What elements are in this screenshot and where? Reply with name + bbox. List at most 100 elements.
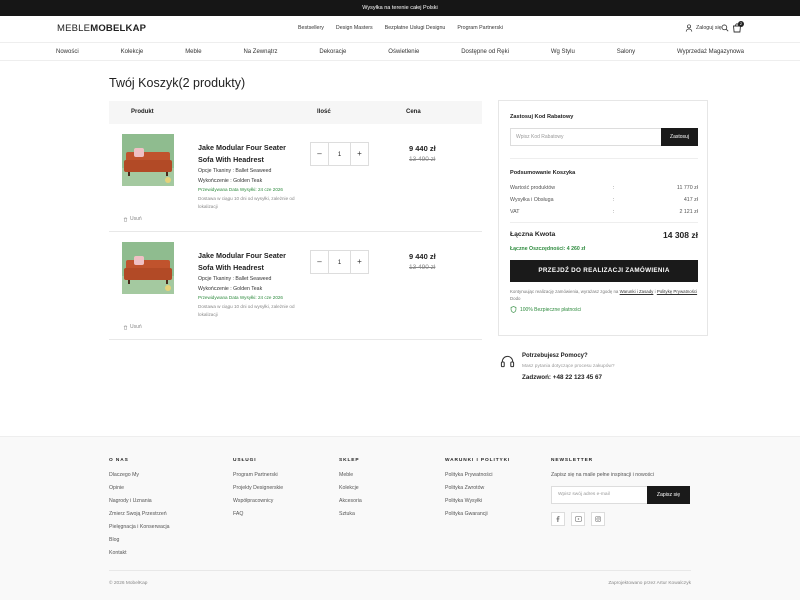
- nav-design-masters[interactable]: Design Masters: [336, 25, 373, 31]
- item-old-price: 13 490 zł: [409, 156, 436, 163]
- category-warehouse-sale[interactable]: Wyprzedaż Magazynowa: [677, 43, 744, 60]
- footer-link[interactable]: Polityka Wysyłki: [445, 498, 510, 504]
- header-quantity: Ilość: [317, 109, 331, 115]
- divider: [510, 222, 698, 223]
- checkout-button[interactable]: PRZEJDŹ DO REALIZACJI ZAMÓWIENIA: [510, 260, 698, 282]
- newsletter-subscribe-button[interactable]: Zapisz się: [647, 486, 690, 504]
- footer-link[interactable]: Opinie: [109, 485, 170, 491]
- footer-link[interactable]: Projekty Designerskie: [233, 485, 283, 491]
- product-finish: Wykończenie : Golden Teak: [198, 178, 263, 184]
- delivery-note: Dostawa w ciągu 10 dni od wysyłki, zależ…: [198, 196, 295, 209]
- shipping-date: Przewidywana Data Wysyłki: 24 cze 2026: [198, 187, 283, 192]
- instagram-icon[interactable]: [591, 512, 605, 526]
- total-value: 14 308 zł: [663, 230, 698, 240]
- footer-link[interactable]: Meble: [339, 472, 362, 478]
- help-phone[interactable]: Zadzwoń: +48 22 123 45 67: [522, 374, 602, 381]
- cart-count-badge: 2: [738, 21, 744, 27]
- terms-link[interactable]: Warunki i Zasady: [620, 289, 654, 294]
- cart-item: Jake Modular Four Seater Sofa With Headr…: [109, 232, 482, 340]
- nav-design-services[interactable]: Bezpłatne Usługi Designu: [385, 25, 446, 31]
- item-price: 9 440 zł: [409, 144, 436, 153]
- footer-link[interactable]: Polityka Zwrotów: [445, 485, 510, 491]
- privacy-link[interactable]: Politykę Prywatności: [657, 289, 697, 294]
- footer-link[interactable]: Nagrody i Uznania: [109, 498, 170, 504]
- footer-column-services: USŁUGI Program Partnerski Projekty Desig…: [233, 458, 283, 524]
- header-price: Cena: [406, 109, 421, 115]
- nav-partner-program[interactable]: Program Partnerski: [457, 25, 503, 31]
- youtube-icon[interactable]: [571, 512, 585, 526]
- terms-suffix: Dodo: [510, 296, 521, 301]
- headset-icon: [500, 355, 515, 368]
- footer-link[interactable]: Współpracownicy: [233, 498, 283, 504]
- category-in-stock[interactable]: Dostępne od Ręki: [461, 43, 509, 60]
- row-separator: :: [613, 209, 615, 215]
- footer-link[interactable]: Sztuka: [339, 511, 362, 517]
- facebook-icon[interactable]: [551, 512, 565, 526]
- product-image[interactable]: [122, 134, 174, 186]
- subtotal-label: Wartość produktów: [510, 185, 556, 191]
- quantity-value[interactable]: 1: [329, 250, 350, 274]
- shipping-date: Przewidywana Data Wysyłki: 24 cze 2026: [198, 295, 283, 300]
- category-showrooms[interactable]: Salony: [617, 43, 635, 60]
- category-furniture[interactable]: Meble: [185, 43, 201, 60]
- category-collections[interactable]: Kolekcje: [121, 43, 144, 60]
- logo[interactable]: MEBLEMOBELKAP: [57, 23, 146, 34]
- login-link[interactable]: Zaloguj się: [685, 24, 722, 32]
- delete-item-button[interactable]: Usuń: [123, 216, 142, 222]
- footer-heading: WARUNKI I POLITYKI: [445, 458, 511, 463]
- decrease-qty-button[interactable]: –: [310, 250, 329, 274]
- footer-link[interactable]: Polityka Gwarancji: [445, 511, 510, 517]
- footer-link[interactable]: Program Partnerski: [233, 472, 283, 478]
- help-subtitle: Masz pytania dotyczące procesu zakupów?: [522, 364, 615, 369]
- coupon-input[interactable]: Wpisz Kod Rabatowy: [510, 128, 662, 146]
- nav-bestsellers[interactable]: Bestsellery: [298, 25, 324, 31]
- product-image[interactable]: [122, 242, 174, 294]
- vat-value: 2 121 zł: [679, 209, 698, 215]
- announcement-text: Wysyłka na terenie całej Polski: [362, 5, 438, 11]
- social-links: [551, 512, 605, 526]
- footer-link[interactable]: Kontakt: [109, 550, 170, 556]
- footer-link[interactable]: Blog: [109, 537, 170, 543]
- page-title: Twój Koszyk(2 produkty): [109, 76, 246, 90]
- apply-coupon-button[interactable]: Zastosuj: [661, 128, 698, 146]
- category-decor[interactable]: Dekoracje: [319, 43, 346, 60]
- footer-heading: NEWSLETTER: [551, 458, 594, 463]
- footer-link[interactable]: Polityka Prywatności: [445, 472, 510, 478]
- decrease-qty-button[interactable]: –: [310, 142, 329, 166]
- category-by-style[interactable]: Wg Stylu: [551, 43, 575, 60]
- product-finish: Wykończenie : Golden Teak: [198, 286, 263, 292]
- increase-qty-button[interactable]: +: [350, 142, 369, 166]
- trash-icon: [123, 217, 128, 222]
- footer-link[interactable]: Zmierz Swoją Przestrzeń: [109, 511, 170, 517]
- quantity-value[interactable]: 1: [329, 142, 350, 166]
- footer-link[interactable]: Pielęgnacja i Konserwacja: [109, 524, 170, 530]
- category-lighting[interactable]: Oświetlenie: [388, 43, 419, 60]
- divider: [510, 158, 698, 159]
- vat-label: VAT: [510, 209, 520, 215]
- footer-link[interactable]: Kolekcje: [339, 485, 362, 491]
- increase-qty-button[interactable]: +: [350, 250, 369, 274]
- footer-link[interactable]: Dlaczego My: [109, 472, 170, 478]
- delete-item-button[interactable]: Usuń: [123, 324, 142, 330]
- search-icon[interactable]: [721, 24, 729, 32]
- summary-row-subtotal: Wartość produktów : 11 770 zł: [510, 185, 698, 191]
- footer-link[interactable]: FAQ: [233, 511, 283, 517]
- sofa-image: [122, 242, 174, 294]
- cart-table-header: Produkt Ilość Cena: [109, 101, 482, 124]
- total-row: Łączna Kwota 14 308 zł: [510, 230, 698, 240]
- newsletter-email-input[interactable]: Wpisz swój adres e-mail: [551, 486, 648, 504]
- site-header: MEBLEMOBELKAP Bestsellery Design Masters…: [0, 16, 800, 42]
- header-nav: Bestsellery Design Masters Bezpłatne Usł…: [298, 25, 503, 31]
- row-separator: :: [613, 185, 615, 191]
- product-name[interactable]: Jake Modular Four Seater Sofa With Headr…: [198, 142, 298, 166]
- delivery-note: Dostawa w ciągu 10 dni od wysyłki, zależ…: [198, 304, 295, 317]
- product-name[interactable]: Jake Modular Four Seater Sofa With Headr…: [198, 250, 298, 274]
- category-outdoor[interactable]: Na Zewnątrz: [243, 43, 277, 60]
- sofa-image: [122, 134, 174, 186]
- designer-credit: Zaprojektowano przez Artur Kowalczyk: [608, 581, 691, 586]
- delete-label: Usuń: [130, 216, 142, 222]
- footer-link[interactable]: Akcesoria: [339, 498, 362, 504]
- subtotal-value: 11 770 zł: [676, 185, 698, 191]
- category-new[interactable]: Nowości: [56, 43, 79, 60]
- product-fabric: Opcje Tkaniny : Ballet Seaweed: [198, 168, 272, 174]
